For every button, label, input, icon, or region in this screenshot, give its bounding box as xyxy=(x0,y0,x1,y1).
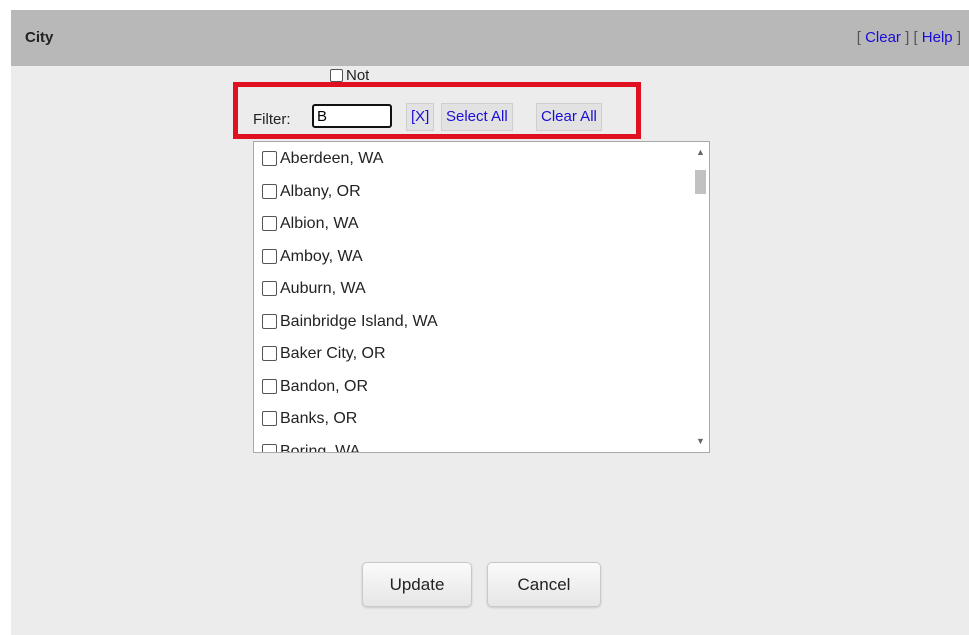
header-links: [ Clear ] [ Help ] xyxy=(856,29,961,46)
cancel-button[interactable]: Cancel xyxy=(487,562,601,607)
not-label: Not xyxy=(346,67,370,83)
city-list-item[interactable]: Baker City, OR xyxy=(254,343,684,376)
clear-all-button[interactable]: Clear All xyxy=(536,103,602,131)
city-checkbox[interactable] xyxy=(262,281,277,296)
city-checkbox[interactable] xyxy=(262,183,277,199)
city-checkbox[interactable] xyxy=(262,151,277,166)
update-button[interactable]: Update xyxy=(362,562,472,607)
help-link[interactable]: Help xyxy=(922,29,953,46)
city-list[interactable]: Aberdeen, WA Albany, OR Albion, WA Amboy, W… xyxy=(253,141,710,453)
city-checkbox[interactable] xyxy=(262,443,277,452)
city-label: Banks, OR xyxy=(280,410,358,427)
city-list-item[interactable]: Banks, OR xyxy=(254,408,684,441)
city-checkbox[interactable] xyxy=(262,313,277,329)
clear-link[interactable]: Clear xyxy=(865,29,901,46)
city-list-item[interactable]: Amboy, WA xyxy=(254,246,684,279)
city-list-items: Aberdeen, WA Albany, OR Albion, WA Amboy, W… xyxy=(254,148,684,453)
city-label: Bainbridge Island, WA xyxy=(280,312,438,330)
city-list-item[interactable]: Albany, OR xyxy=(254,181,684,214)
scroll-thumb[interactable] xyxy=(695,170,706,194)
filter-input[interactable] xyxy=(312,104,392,128)
city-checkbox[interactable] xyxy=(262,216,277,231)
city-list-item[interactable]: Bainbridge Island, WA xyxy=(254,311,684,344)
city-label: Boring, WA xyxy=(280,442,361,453)
filter-label: Filter: xyxy=(253,111,291,128)
city-list-item[interactable]: Aberdeen, WA xyxy=(254,148,684,181)
city-label: Baker City, OR xyxy=(280,345,386,362)
city-label: Auburn, WA xyxy=(280,280,366,297)
not-checkbox[interactable] xyxy=(330,69,343,82)
city-checkbox[interactable] xyxy=(262,378,277,394)
city-list-item[interactable]: Auburn, WA xyxy=(254,278,684,311)
city-list-item[interactable]: Bandon, OR xyxy=(254,376,684,409)
scroll-up-icon[interactable]: ▲ xyxy=(692,144,709,161)
city-label: Albany, OR xyxy=(280,182,361,200)
select-all-button[interactable]: Select All xyxy=(441,103,513,131)
clear-filter-button[interactable]: [X] xyxy=(406,103,435,131)
panel-header: City [ Clear ] [ Help ] xyxy=(11,10,969,66)
city-list-item[interactable]: Boring, WA xyxy=(254,441,684,453)
city-checkbox[interactable] xyxy=(262,411,277,426)
city-checkbox[interactable] xyxy=(262,248,277,264)
city-label: Albion, WA xyxy=(280,215,359,232)
scroll-down-icon[interactable]: ▼ xyxy=(692,433,709,450)
list-scrollbar[interactable]: ▲ ▼ xyxy=(692,142,709,452)
panel-title: City xyxy=(25,29,54,46)
city-label: Bandon, OR xyxy=(280,377,369,395)
not-option[interactable]: Not xyxy=(330,67,369,83)
city-label: Aberdeen, WA xyxy=(280,150,384,167)
city-list-item[interactable]: Albion, WA xyxy=(254,213,684,246)
city-checkbox[interactable] xyxy=(262,346,277,361)
city-label: Amboy, WA xyxy=(280,247,363,265)
